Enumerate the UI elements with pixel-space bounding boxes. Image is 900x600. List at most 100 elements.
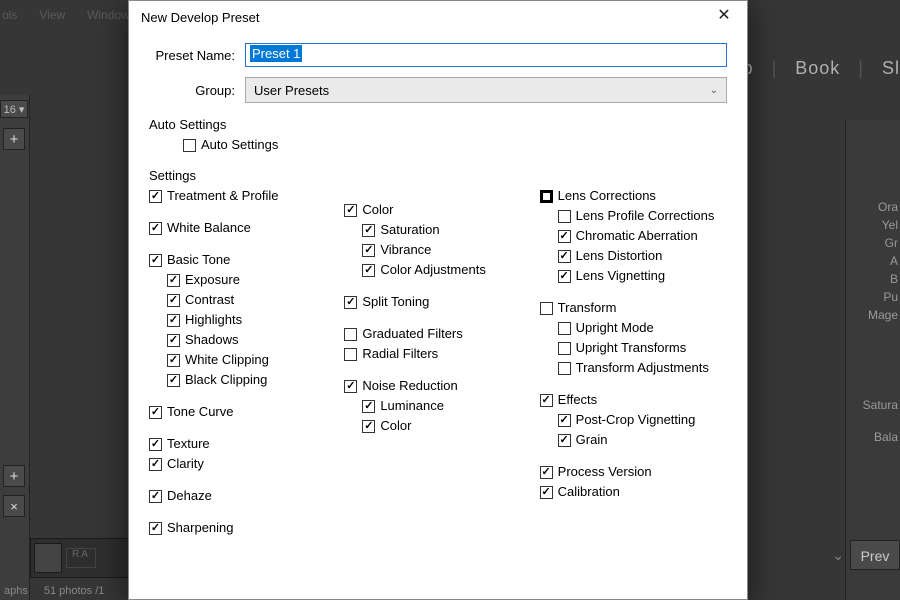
checkbox-calibration[interactable]: Calibration — [540, 483, 727, 501]
checkbox-icon — [167, 294, 180, 307]
module-separator: | — [858, 58, 864, 79]
checkbox-label: White Balance — [167, 219, 251, 237]
checkbox-lens-profile-corrections[interactable]: Lens Profile Corrections — [558, 207, 727, 225]
checkbox-label: Texture — [167, 435, 210, 453]
checkbox-white-clipping[interactable]: White Clipping — [167, 351, 336, 369]
checkbox-radial-filters[interactable]: Radial Filters — [344, 345, 531, 363]
checkbox-label: Color — [362, 201, 393, 219]
dialog-title: New Develop Preset — [141, 10, 260, 25]
checkbox-effects[interactable]: Effects — [540, 391, 727, 409]
menu-tools[interactable]: ols — [0, 8, 19, 28]
checkbox-icon — [167, 354, 180, 367]
checkbox-label: Treatment & Profile — [167, 187, 279, 205]
status-aphs: aphs — [4, 585, 28, 597]
panel-close-button[interactable]: × — [3, 495, 25, 517]
checkbox-label: Process Version — [558, 463, 652, 481]
checkbox-label: Lens Vignetting — [576, 267, 665, 285]
checkbox-label: Post-Crop Vignetting — [576, 411, 696, 429]
checkbox-sharpening[interactable]: Sharpening — [149, 519, 336, 537]
checkbox-icon — [344, 204, 357, 217]
zoom-badge[interactable]: 16 ▾ — [0, 100, 28, 118]
checkbox-shadows[interactable]: Shadows — [167, 331, 336, 349]
close-icon[interactable]: ✕ — [709, 6, 739, 28]
checkbox-icon — [558, 414, 571, 427]
panel-chevron-icon[interactable]: ⌄ — [832, 547, 844, 564]
checkbox-transform-adjustments[interactable]: Transform Adjustments — [558, 359, 727, 377]
chevron-down-icon: ⌄ — [710, 85, 718, 96]
panel-plus-button[interactable]: + — [3, 465, 25, 487]
checkbox-tone-curve[interactable]: Tone Curve — [149, 403, 336, 421]
checkbox-icon — [149, 254, 162, 267]
checkbox-icon — [558, 322, 571, 335]
checkbox-saturation[interactable]: Saturation — [362, 221, 531, 239]
checkbox-texture[interactable]: Texture — [149, 435, 336, 453]
checkbox-treatment-profile[interactable]: Treatment & Profile — [149, 187, 336, 205]
checkbox-label: Sharpening — [167, 519, 234, 537]
panel-plus-button[interactable]: + — [3, 128, 25, 150]
checkbox-label: Color Adjustments — [380, 261, 486, 279]
checkbox-split-toning[interactable]: Split Toning — [344, 293, 531, 311]
checkbox-icon — [362, 224, 375, 237]
checkbox-label: Black Clipping — [185, 371, 267, 389]
checkbox-icon — [540, 486, 553, 499]
checkbox-white-balance[interactable]: White Balance — [149, 219, 336, 237]
checkbox-icon — [149, 222, 162, 235]
checkbox-label: Dehaze — [167, 487, 212, 505]
filmstrip-thumb[interactable] — [34, 543, 62, 573]
checkbox-post-crop-vignetting[interactable]: Post-Crop Vignetting — [558, 411, 727, 429]
checkbox-icon — [167, 314, 180, 327]
checkbox-luminance[interactable]: Luminance — [362, 397, 531, 415]
status-count: 51 photos /1 — [44, 585, 105, 597]
settings-section-label: Settings — [149, 168, 727, 183]
checkbox-black-clipping[interactable]: Black Clipping — [167, 371, 336, 389]
checkbox-lens-corrections[interactable]: Lens Corrections — [540, 187, 727, 205]
checkbox-label: Split Toning — [362, 293, 429, 311]
checkbox-upright-transforms[interactable]: Upright Transforms — [558, 339, 727, 357]
checkbox-icon — [149, 406, 162, 419]
checkbox-color[interactable]: Color — [362, 417, 531, 435]
checkbox-grain[interactable]: Grain — [558, 431, 727, 449]
menu-view[interactable]: View — [37, 8, 67, 28]
checkbox-label: Transform — [558, 299, 617, 317]
checkbox-clarity[interactable]: Clarity — [149, 455, 336, 473]
checkbox-lens-vignetting[interactable]: Lens Vignetting — [558, 267, 727, 285]
checkbox-icon — [558, 270, 571, 283]
checkbox-dehaze[interactable]: Dehaze — [149, 487, 336, 505]
group-select[interactable]: User Presets ⌄ — [245, 77, 727, 103]
checkbox-chromatic-aberration[interactable]: Chromatic Aberration — [558, 227, 727, 245]
auto-settings-checkbox[interactable]: Auto Settings — [183, 136, 727, 154]
preview-button[interactable]: Prev — [850, 540, 900, 570]
checkbox-noise-reduction[interactable]: Noise Reduction — [344, 377, 531, 395]
checkbox-upright-mode[interactable]: Upright Mode — [558, 319, 727, 337]
checkbox-label: Exposure — [185, 271, 240, 289]
checkbox-icon — [183, 139, 196, 152]
checkbox-contrast[interactable]: Contrast — [167, 291, 336, 309]
checkbox-label: Luminance — [380, 397, 444, 415]
right-label-bala: Bala — [846, 430, 898, 448]
checkbox-lens-distortion[interactable]: Lens Distortion — [558, 247, 727, 265]
checkbox-exposure[interactable]: Exposure — [167, 271, 336, 289]
menu-window[interactable]: Window — [85, 8, 132, 28]
left-panel — [0, 95, 30, 600]
checkbox-icon — [558, 230, 571, 243]
module-slideshow[interactable]: Sl — [882, 58, 900, 79]
module-book[interactable]: Book — [795, 58, 840, 79]
preset-name-value: Preset 1 — [250, 45, 302, 62]
preset-name-input[interactable]: Preset 1 — [245, 43, 727, 67]
checkbox-color[interactable]: Color — [344, 201, 531, 219]
checkbox-label: Color — [380, 417, 411, 435]
checkbox-color-adjustments[interactable]: Color Adjustments — [362, 261, 531, 279]
checkbox-graduated-filters[interactable]: Graduated Filters — [344, 325, 531, 343]
checkbox-icon — [149, 458, 162, 471]
right-panel: Ora Yel Gr A B Pu Mage Satura Bala — [845, 120, 900, 600]
checkbox-icon — [344, 380, 357, 393]
checkbox-label: Auto Settings — [201, 136, 278, 154]
checkbox-vibrance[interactable]: Vibrance — [362, 241, 531, 259]
checkbox-highlights[interactable]: Highlights — [167, 311, 336, 329]
checkbox-icon — [558, 362, 571, 375]
checkbox-transform[interactable]: Transform — [540, 299, 727, 317]
filmstrip: RA — [30, 538, 130, 578]
settings-column-1: Treatment & Profile White Balance Basic To… — [149, 187, 336, 539]
checkbox-process-version[interactable]: Process Version — [540, 463, 727, 481]
checkbox-basic-tone[interactable]: Basic Tone — [149, 251, 336, 269]
